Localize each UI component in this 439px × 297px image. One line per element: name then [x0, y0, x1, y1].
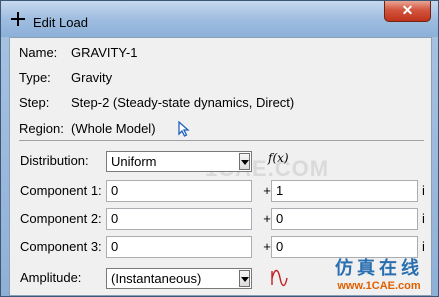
distribution-value: Uniform: [111, 154, 157, 169]
component-3-label: Component 3:: [20, 239, 102, 254]
imaginary-unit-label: i: [422, 211, 425, 226]
imaginary-unit-label: i: [422, 239, 425, 254]
imaginary-unit-label: i: [422, 183, 425, 198]
component-2-label: Component 2:: [20, 211, 102, 226]
app-cross-icon[interactable]: [11, 12, 25, 26]
fx-function-icon[interactable]: f(x): [268, 146, 289, 170]
component-1-real-input[interactable]: 0: [106, 180, 252, 202]
chevron-down-icon[interactable]: [239, 270, 250, 287]
type-row: Type: Gravity: [19, 69, 112, 87]
brand-url-text: www.1CAE.com: [337, 280, 421, 292]
component-3-row: Component 3: 0 + 0 i: [16, 235, 428, 259]
distribution-row: Distribution: Uniform f(x): [16, 149, 428, 173]
type-value: Gravity: [71, 70, 113, 85]
cursor-arrow-icon[interactable]: [177, 121, 191, 137]
close-button[interactable]: ✕: [384, 1, 431, 22]
brand-logo: 仿真在线 www.1CAE.com: [319, 259, 439, 297]
step-row: Step: Step-2 (Steady-state dynamics, Dire…: [19, 94, 294, 112]
step-label: Step:: [19, 95, 50, 110]
chevron-down-icon[interactable]: [239, 153, 250, 170]
region-row: Region: (Whole Model): [19, 120, 156, 138]
component-2-imag-input[interactable]: 0: [271, 208, 418, 230]
amplitude-select[interactable]: (Instantaneous): [106, 268, 252, 289]
name-row: Name: GRAVITY-1: [19, 44, 137, 62]
window-title: Edit Load: [33, 15, 88, 30]
name-label: Name:: [19, 45, 58, 60]
component-1-label: Component 1:: [20, 183, 102, 198]
load-info-section: Name: GRAVITY-1 Type: Gravity Step: Step-2 …: [19, 38, 424, 141]
step-value: Step-2 (Steady-state dynamics, Direct): [71, 95, 295, 110]
component-1-row: Component 1: 0 + 1 i: [16, 179, 428, 203]
title-bar[interactable]: Edit Load ✕: [1, 1, 438, 37]
region-value: (Whole Model): [71, 121, 156, 136]
edit-load-dialog: Edit Load ✕ Name: GRAVITY-1 Type: Gravity …: [0, 0, 439, 297]
component-3-real-input[interactable]: 0: [106, 236, 252, 258]
distribution-label: Distribution:: [20, 153, 89, 168]
brand-chinese-text: 仿真在线: [335, 258, 423, 279]
amplitude-wave-icon[interactable]: [270, 269, 288, 287]
amplitude-label: Amplitude:: [20, 270, 82, 285]
name-value: GRAVITY-1: [71, 45, 138, 60]
component-1-imag-input[interactable]: 1: [271, 180, 418, 202]
type-label: Type:: [19, 70, 51, 85]
component-2-real-input[interactable]: 0: [106, 208, 252, 230]
distribution-select[interactable]: Uniform: [106, 151, 252, 172]
amplitude-value: (Instantaneous): [111, 271, 202, 286]
component-2-row: Component 2: 0 + 0 i: [16, 207, 428, 231]
component-3-imag-input[interactable]: 0: [271, 236, 418, 258]
region-label: Region:: [19, 121, 64, 136]
